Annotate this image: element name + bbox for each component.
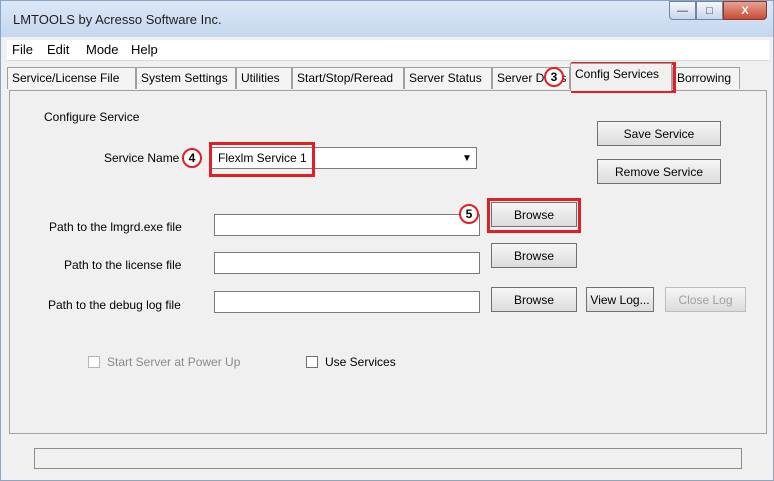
use-services-label: Use Services bbox=[325, 355, 396, 369]
tab-service-license-file[interactable]: Service/License File bbox=[7, 67, 136, 89]
menu-mode[interactable]: Mode bbox=[86, 42, 119, 57]
tab-borrowing[interactable]: Borrowing bbox=[672, 67, 740, 89]
tab-utilities[interactable]: Utilities bbox=[236, 67, 292, 89]
tab-server-status[interactable]: Server Status bbox=[404, 67, 492, 89]
menu-help[interactable]: Help bbox=[131, 42, 158, 57]
close-icon: X bbox=[741, 4, 749, 17]
remove-service-button[interactable]: Remove Service bbox=[597, 159, 721, 184]
debug-log-path-input[interactable] bbox=[214, 291, 480, 313]
lmgrd-path-label: Path to the lmgrd.exe file bbox=[49, 220, 182, 234]
close-log-button: Close Log bbox=[665, 287, 746, 312]
minimize-icon: — bbox=[677, 4, 688, 17]
maximize-icon: □ bbox=[706, 4, 713, 17]
service-name-value: Flexlm Service 1 bbox=[218, 151, 307, 165]
license-path-label: Path to the license file bbox=[64, 258, 182, 272]
lmgrd-path-input[interactable] bbox=[214, 214, 480, 236]
service-name-label: Service Name bbox=[104, 151, 180, 165]
use-services-checkbox[interactable] bbox=[306, 356, 318, 368]
tab-strip: Service/License File System Settings Uti… bbox=[7, 63, 769, 91]
service-name-select[interactable]: Flexlm Service 1 ▼ bbox=[211, 147, 477, 169]
tab-config-services[interactable]: Config Services bbox=[570, 63, 672, 91]
tab-system-settings[interactable]: System Settings bbox=[136, 67, 236, 89]
status-bar bbox=[34, 448, 742, 469]
lmtools-window: LMTOOLS by Acresso Software Inc. — □ X F… bbox=[0, 0, 774, 481]
menu-bar: File Edit Mode Help bbox=[7, 40, 769, 61]
menu-edit[interactable]: Edit bbox=[47, 42, 69, 57]
step-4-badge: 4 bbox=[182, 148, 202, 168]
debug-log-path-label: Path to the debug log file bbox=[48, 298, 181, 312]
step-3-badge: 3 bbox=[544, 67, 564, 87]
menu-file[interactable]: File bbox=[12, 42, 33, 57]
view-log-button[interactable]: View Log... bbox=[586, 287, 654, 312]
window-controls: — □ X bbox=[669, 1, 767, 23]
maximize-button[interactable]: □ bbox=[696, 1, 723, 20]
tab-start-stop-reread[interactable]: Start/Stop/Reread bbox=[292, 67, 404, 89]
configure-service-label: Configure Service bbox=[44, 110, 140, 124]
save-service-button[interactable]: Save Service bbox=[597, 121, 721, 146]
browse-license-button[interactable]: Browse bbox=[491, 243, 577, 268]
license-path-input[interactable] bbox=[214, 252, 480, 274]
window-title: LMTOOLS by Acresso Software Inc. bbox=[13, 12, 222, 27]
minimize-button[interactable]: — bbox=[669, 1, 696, 20]
browse-debug-log-button[interactable]: Browse bbox=[491, 287, 577, 312]
step-5-badge: 5 bbox=[459, 204, 479, 224]
title-bar[interactable]: LMTOOLS by Acresso Software Inc. — □ X bbox=[1, 1, 773, 37]
start-at-power-up-label: Start Server at Power Up bbox=[107, 355, 241, 369]
start-at-power-up-checkbox bbox=[88, 356, 100, 368]
chevron-down-icon[interactable]: ▼ bbox=[460, 150, 474, 166]
close-button[interactable]: X bbox=[723, 1, 767, 20]
browse-lmgrd-button[interactable]: Browse bbox=[491, 202, 577, 227]
